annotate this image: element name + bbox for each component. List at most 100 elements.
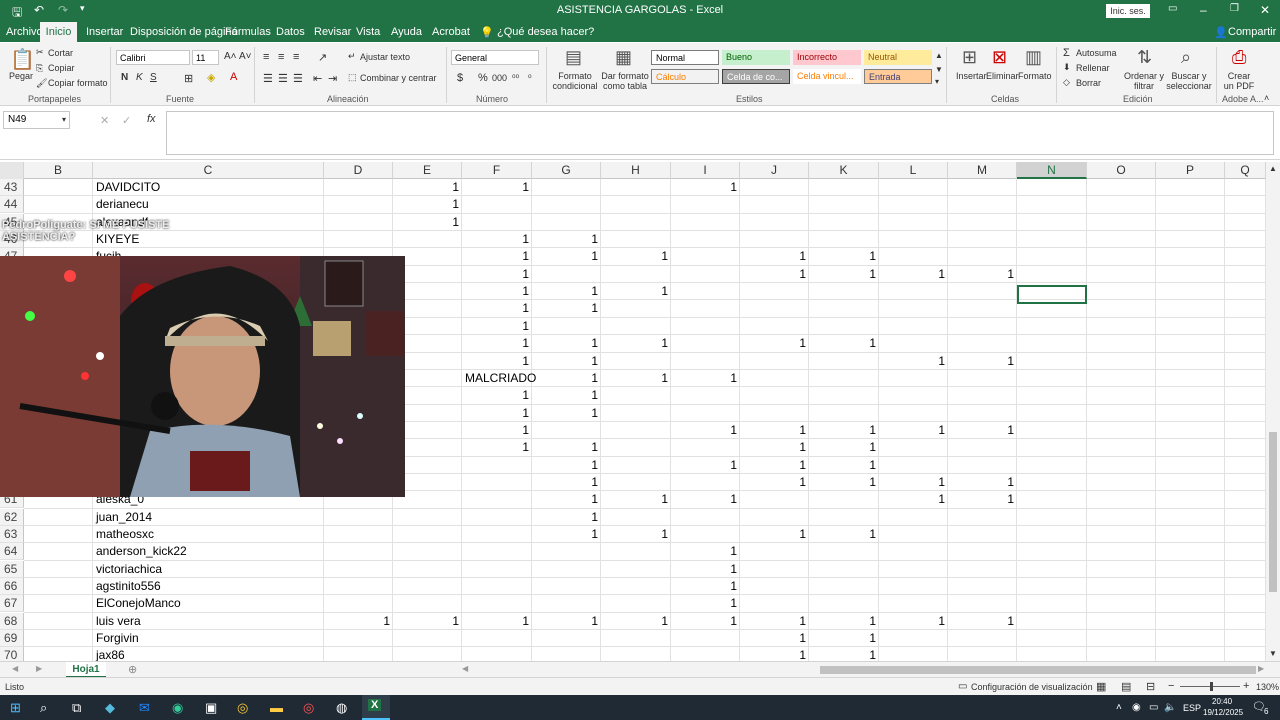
currency-icon[interactable]: $ [457,72,463,84]
cell-value[interactable]: 1 [948,613,1017,630]
vertical-scrollbar[interactable]: ▲ ▼ [1266,162,1280,661]
cell-value[interactable]: 1 [462,335,532,352]
cell-value[interactable]: 1 [809,335,879,352]
prev-sheet-icon[interactable]: ◀ [12,664,18,673]
styles-scroll-down-icon[interactable]: ▼ [935,65,943,74]
tab-ayuda[interactable]: Ayuda [391,26,422,38]
cell-value[interactable]: 1 [671,578,740,595]
cell-value[interactable]: 1 [948,266,1017,283]
clock-time[interactable]: 20:40 [1212,697,1232,706]
cell-value[interactable]: 1 [809,630,879,647]
cell-value[interactable]: 1 [879,266,948,283]
close-icon[interactable]: ✕ [1260,3,1270,17]
column-header-g[interactable]: G [532,162,601,179]
copilot-icon[interactable]: ◆ [105,700,115,716]
cell-value[interactable]: 1 [532,526,601,543]
tell-me-search[interactable]: ¿Qué desea hacer? [497,26,594,38]
cell-value[interactable]: 1 [462,318,532,335]
column-header-m[interactable]: M [948,162,1017,179]
row-header[interactable]: 62 [0,509,24,526]
cancel-icon[interactable]: ✕ [100,114,109,127]
cell-name[interactable]: agstinito556 [96,578,323,595]
style-check-cell[interactable]: Celda de co... [722,69,790,84]
style-good[interactable]: Bueno [722,50,790,65]
zoom-level[interactable]: 130% [1256,682,1279,692]
h-scroll-thumb[interactable] [820,666,1256,674]
cell-value[interactable]: 1 [671,422,740,439]
formula-input[interactable] [166,111,1274,155]
cell-value[interactable]: 1 [462,248,532,265]
row-header[interactable]: 65 [0,561,24,578]
cell-value[interactable]: 1 [879,491,948,508]
row-header[interactable]: 69 [0,630,24,647]
clear-button[interactable]: Borrar [1076,78,1101,88]
cell-value[interactable]: 1 [532,248,601,265]
column-header-n[interactable]: N [1017,162,1087,179]
decrease-indent-icon[interactable]: ⇤ [313,72,322,85]
tab-revisar[interactable]: Revisar [314,26,351,38]
tab-insertar[interactable]: Insertar [86,26,123,38]
cell-name[interactable]: derianecu [96,196,323,213]
style-linked-cell[interactable]: Celda vincul... [793,69,861,84]
paste-icon[interactable]: 📋 [10,47,35,72]
row-header[interactable]: 43 [0,179,24,196]
align-top-icon[interactable]: ≡ [263,51,269,63]
chrome-profile-icon[interactable]: ◎ [303,700,314,716]
bold-icon[interactable]: N [121,72,128,83]
cell-name[interactable]: anderson_kick22 [96,543,323,560]
cell-value[interactable]: 1 [393,214,462,231]
find-select-button[interactable]: Buscar y seleccionar [1164,71,1214,91]
column-header-d[interactable]: D [324,162,393,179]
cell-value[interactable]: 1 [809,457,879,474]
cell-value[interactable]: 1 [532,353,601,370]
tab-disposicion[interactable]: Disposición de página [130,26,238,38]
wrap-text-button[interactable]: Ajustar texto [360,52,410,62]
share-button[interactable]: Compartir [1228,26,1276,38]
sort-filter-button[interactable]: Ordenar y filtrar [1122,71,1166,91]
sheet-tab-hoja1[interactable]: Hoja1 [66,662,106,678]
cell-value[interactable]: 1 [601,491,671,508]
cell-value[interactable]: 1 [462,439,532,456]
style-bad[interactable]: Incorrecto [793,50,861,65]
styles-scroll-up-icon[interactable]: ▲ [935,51,943,60]
orientation-icon[interactable]: ↗ [318,51,327,64]
cell-value[interactable]: 1 [462,179,532,196]
cell-value[interactable]: 1 [948,474,1017,491]
shrink-font-icon[interactable]: A˅ [239,51,252,62]
style-calculation[interactable]: Cálculo [651,69,719,84]
cell-value[interactable]: 1 [462,387,532,404]
autosum-button[interactable]: Autosuma [1076,48,1117,58]
column-header-b[interactable]: B [24,162,93,179]
scroll-down-icon[interactable]: ▼ [1269,649,1277,658]
cell-value[interactable]: 1 [740,613,809,630]
cell-value[interactable]: 1 [532,509,601,526]
column-header-f[interactable]: F [462,162,532,179]
format-painter-button[interactable]: Copiar formato [48,78,108,88]
copy-button[interactable]: Copiar [48,63,75,73]
row-header[interactable]: 64 [0,543,24,560]
cell-name[interactable]: DAVIDCITO [96,179,323,196]
format-cells-button[interactable]: Formato [1018,71,1052,81]
cell-value[interactable]: 1 [740,526,809,543]
row-header[interactable]: 68 [0,613,24,630]
comma-style-icon[interactable]: 000 [492,73,507,83]
font-color-icon[interactable]: A [230,71,237,83]
cell-value[interactable]: 1 [671,613,740,630]
chrome-icon[interactable]: ◎ [237,700,248,716]
select-all-corner[interactable] [0,162,24,179]
cell-value[interactable]: 1 [532,335,601,352]
italic-icon[interactable]: K [136,72,143,83]
name-box[interactable]: N49 [3,111,70,129]
cell-value[interactable]: 1 [809,439,879,456]
row-header[interactable]: 70 [0,647,24,661]
cell-value[interactable]: 1 [601,526,671,543]
cell-value[interactable]: 1 [601,370,671,387]
ribbon-display-icon[interactable]: ▭ [1168,3,1177,14]
column-header-o[interactable]: O [1087,162,1156,179]
column-header-k[interactable]: K [809,162,879,179]
cell-value[interactable]: 1 [462,231,532,248]
styles-more-icon[interactable]: ▾ [935,77,939,86]
start-icon[interactable]: ⊞ [10,700,21,716]
fill-button[interactable]: Rellenar [1076,63,1110,73]
cell-value[interactable]: 1 [879,474,948,491]
